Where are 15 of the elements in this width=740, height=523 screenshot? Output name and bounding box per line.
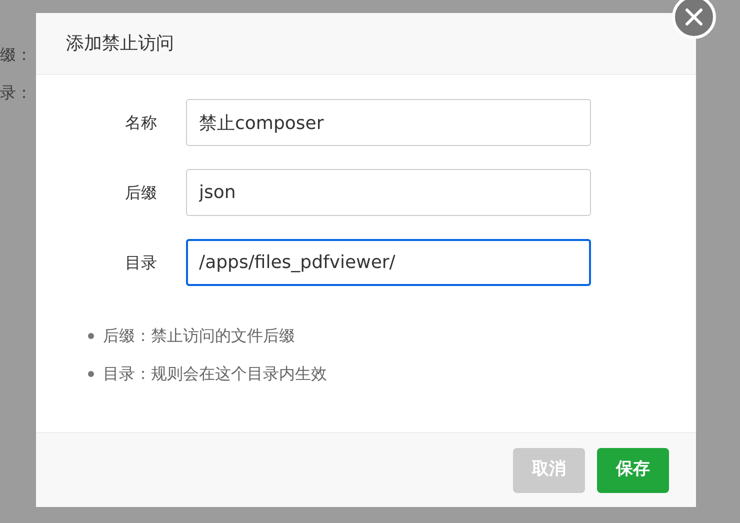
field-label: 后缀 [124, 182, 157, 204]
background-text: 缀： [0, 44, 32, 66]
close-icon [685, 8, 703, 26]
note-text: 目录：规则会在这个目录内生效 [103, 363, 327, 385]
input-field[interactable]: /apps/files_pdfviewer/ [186, 239, 591, 286]
close-button[interactable] [672, 0, 716, 39]
field-label: 目录 [124, 252, 157, 274]
background-text: 录： [0, 82, 32, 104]
note-text: 后缀：禁止访问的文件后缀 [103, 325, 295, 347]
dialog-title: 添加禁止访问 [66, 32, 174, 56]
bullet-icon [88, 333, 94, 339]
bullet-icon [88, 371, 94, 377]
input-field[interactable]: 禁止composer [186, 99, 591, 146]
field-label: 名称 [124, 112, 157, 134]
input-field[interactable]: json [186, 169, 591, 216]
